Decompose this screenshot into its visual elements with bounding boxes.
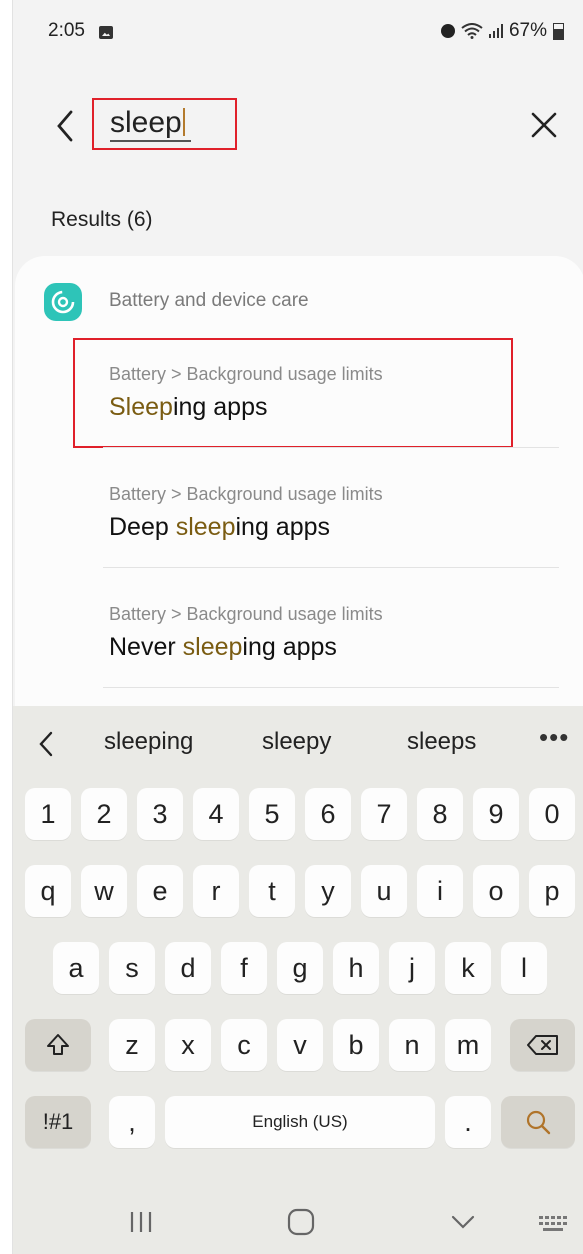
result-match: sleep	[175, 513, 236, 541]
key-u[interactable]: u	[361, 865, 407, 917]
key-0[interactable]: 0	[529, 788, 575, 840]
key-c[interactable]: c	[221, 1019, 267, 1071]
key-8[interactable]: 8	[417, 788, 463, 840]
key-i[interactable]: i	[417, 865, 463, 917]
key-g[interactable]: g	[277, 942, 323, 994]
key-v[interactable]: v	[277, 1019, 323, 1071]
suggestion-sleeping[interactable]: sleeping	[104, 728, 193, 756]
key-4[interactable]: 4	[193, 788, 239, 840]
navigation-bar	[13, 1186, 583, 1254]
key-e[interactable]: e	[137, 865, 183, 917]
key-r[interactable]: r	[193, 865, 239, 917]
result-deep-sleeping-apps[interactable]: Battery > Background usage limits Deep s…	[109, 484, 559, 542]
symbols-key[interactable]: !#1	[25, 1096, 91, 1148]
key-d[interactable]: d	[165, 942, 211, 994]
key-7[interactable]: 7	[361, 788, 407, 840]
key-2[interactable]: 2	[81, 788, 127, 840]
result-never-sleeping-apps[interactable]: Battery > Background usage limits Never …	[109, 604, 559, 662]
status-right: 67%	[440, 20, 564, 42]
key-l[interactable]: l	[501, 942, 547, 994]
key-o[interactable]: o	[473, 865, 519, 917]
keyboard: sleeping sleepy sleeps ••• 1 2 3 4 5 6 7…	[13, 706, 583, 1254]
search-input[interactable]: sleep	[110, 106, 185, 140]
search-key[interactable]	[501, 1096, 575, 1148]
alarm-icon	[440, 24, 455, 38]
key-f[interactable]: f	[221, 942, 267, 994]
signal-icon	[488, 24, 503, 38]
recent-apps-icon[interactable]	[121, 1204, 161, 1240]
results-count: Results (6)	[51, 208, 153, 231]
status-bar: 2:05 67%	[13, 0, 583, 64]
search-text-underline	[110, 140, 191, 142]
clear-search-icon[interactable]	[527, 108, 561, 142]
key-p[interactable]: p	[529, 865, 575, 917]
suggestion-back-icon[interactable]	[35, 730, 57, 758]
shift-icon	[47, 1034, 69, 1055]
result-highlight-box	[73, 338, 513, 448]
home-icon[interactable]	[281, 1204, 321, 1240]
key-a[interactable]: a	[53, 942, 99, 994]
key-z[interactable]: z	[109, 1019, 155, 1071]
key-n[interactable]: n	[389, 1019, 435, 1071]
key-t[interactable]: t	[249, 865, 295, 917]
result-path: Battery > Background usage limits	[109, 484, 383, 504]
key-b[interactable]: b	[333, 1019, 379, 1071]
key-9[interactable]: 9	[473, 788, 519, 840]
key-5[interactable]: 5	[249, 788, 295, 840]
hide-keyboard-icon[interactable]	[443, 1204, 483, 1240]
key-k[interactable]: k	[445, 942, 491, 994]
key-w[interactable]: w	[81, 865, 127, 917]
gallery-icon	[99, 26, 113, 39]
space-key[interactable]: English (US)	[165, 1096, 435, 1148]
backspace-key[interactable]	[510, 1019, 575, 1071]
battery-device-care-icon	[44, 283, 82, 321]
wifi-icon	[461, 23, 483, 39]
result-divider	[103, 687, 559, 688]
search-input-highlight[interactable]: sleep	[92, 98, 237, 150]
result-divider	[103, 447, 559, 448]
status-time: 2:05	[48, 20, 85, 41]
result-match: sleep	[182, 633, 243, 661]
suggestion-sleepy[interactable]: sleepy	[262, 728, 331, 756]
result-title: Deep sleeping apps	[109, 513, 331, 541]
key-6[interactable]: 6	[305, 788, 351, 840]
key-h[interactable]: h	[333, 942, 379, 994]
key-x[interactable]: x	[165, 1019, 211, 1071]
key-y[interactable]: y	[305, 865, 351, 917]
result-divider	[103, 567, 559, 568]
search-icon	[526, 1110, 551, 1135]
comma-key[interactable]: ,	[109, 1096, 155, 1148]
keyboard-switch-icon[interactable]	[533, 1204, 573, 1240]
result-path: Battery > Background usage limits	[109, 604, 383, 624]
backspace-icon	[526, 1035, 558, 1055]
key-1[interactable]: 1	[25, 788, 71, 840]
key-3[interactable]: 3	[137, 788, 183, 840]
period-key[interactable]: .	[445, 1096, 491, 1148]
result-title: Never sleeping apps	[109, 633, 337, 661]
battery-icon	[553, 22, 564, 40]
key-s[interactable]: s	[109, 942, 155, 994]
key-q[interactable]: q	[25, 865, 71, 917]
results-category-label: Battery and device care	[109, 290, 309, 311]
shift-key[interactable]	[25, 1019, 91, 1071]
phone-screen: 2:05 67% sleep Results (6) Battery and d…	[12, 0, 583, 1254]
back-arrow-icon[interactable]	[51, 108, 79, 144]
key-m[interactable]: m	[445, 1019, 491, 1071]
results-card: Battery and device care Battery > Backgr…	[15, 256, 583, 726]
battery-percent: 67%	[508, 20, 547, 41]
suggestion-sleeps[interactable]: sleeps	[407, 728, 476, 756]
more-options-icon[interactable]: •••	[539, 722, 569, 753]
key-j[interactable]: j	[389, 942, 435, 994]
